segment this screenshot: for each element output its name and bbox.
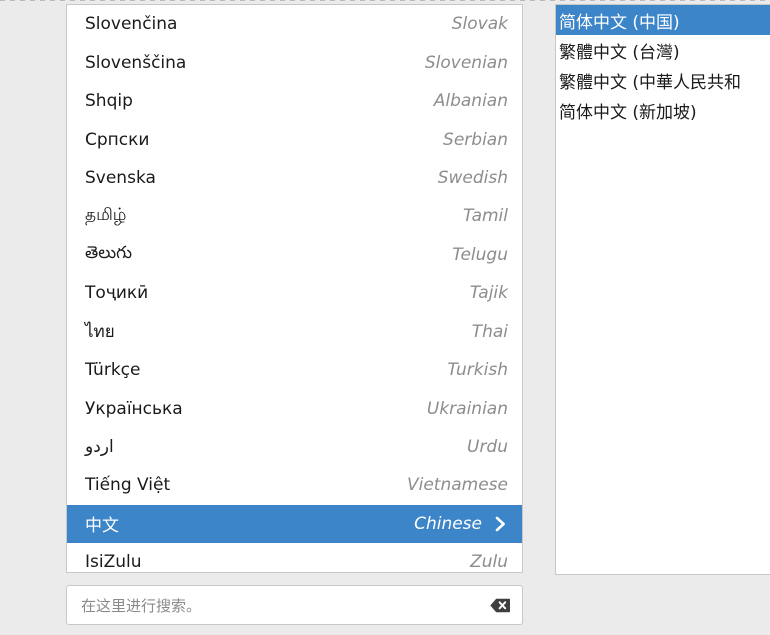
variant-row[interactable]: 简体中文 (中国): [556, 5, 770, 35]
backspace-clear-icon[interactable]: [488, 596, 512, 614]
chinese-variant-list[interactable]: 简体中文 (中国) 繁體中文 (台灣) 繁體中文 (中華人民共和 简体中文 (新加坡): [555, 4, 770, 575]
language-english-name: Swedish: [437, 167, 508, 188]
language-english-name: Albanian: [433, 91, 508, 112]
language-row[interactable]: தமிழ் Tamil: [67, 197, 522, 235]
language-english-name: Thai: [471, 321, 508, 342]
language-english-name: Chinese: [414, 513, 482, 534]
language-row[interactable]: Српски Serbian: [67, 120, 522, 158]
language-row[interactable]: Tiếng Việt Vietnamese: [67, 466, 522, 504]
language-row[interactable]: Тоҷикӣ Tajik: [67, 274, 522, 312]
language-row[interactable]: Slovenčina Slovak: [67, 5, 522, 43]
language-selection-list[interactable]: Slovenčina Slovak Slovenščina Slovenian Shqi…: [66, 4, 523, 573]
variant-row[interactable]: 繁體中文 (中華人民共和: [556, 65, 770, 95]
window-top-edge: [0, 0, 770, 3]
language-row[interactable]: اردو Urdu: [67, 428, 522, 466]
language-row[interactable]: Türkçe Turkish: [67, 351, 522, 389]
language-native-name: Српски: [85, 129, 150, 150]
chevron-right-icon: [492, 516, 508, 532]
variant-row[interactable]: 简体中文 (新加坡): [556, 95, 770, 125]
language-english-name: Tajik: [469, 283, 508, 304]
language-native-name: తెలుగు: [85, 242, 132, 263]
language-native-name: Tiếng Việt: [85, 475, 171, 496]
language-row[interactable]: 中文 Chinese: [67, 504, 522, 544]
language-native-name: Slovenščina: [85, 52, 187, 73]
language-row[interactable]: IsiZulu Zulu: [67, 543, 522, 573]
language-english-name: Vietnamese: [406, 475, 508, 496]
language-row[interactable]: Svenska Swedish: [67, 159, 522, 197]
language-native-name: Svenska: [85, 167, 156, 188]
language-native-name: Тоҷикӣ: [85, 283, 149, 304]
language-row[interactable]: Slovenščina Slovenian: [67, 43, 522, 81]
variant-row[interactable]: 繁體中文 (台灣): [556, 35, 770, 65]
language-english-name: Zulu: [470, 552, 508, 573]
language-row[interactable]: ไทย Thai: [67, 313, 522, 351]
language-english-name: Serbian: [443, 129, 508, 150]
language-native-name: IsiZulu: [85, 552, 142, 573]
language-native-name: Slovenčina: [85, 14, 178, 35]
search-input[interactable]: 在这里进行搜索。: [66, 585, 523, 625]
language-native-name: Українська: [85, 398, 183, 419]
language-english-name: Slovenian: [424, 52, 508, 73]
language-native-name: Shqip: [85, 91, 133, 112]
language-english-name: Urdu: [467, 437, 508, 458]
language-native-name: 中文: [85, 516, 119, 537]
language-english-name: Ukrainian: [426, 398, 508, 419]
search-placeholder-text: 在这里进行搜索。: [81, 596, 202, 615]
language-native-name: தமிழ்: [85, 205, 127, 226]
language-english-name: Turkish: [447, 360, 508, 381]
language-row[interactable]: Shqip Albanian: [67, 82, 522, 120]
language-english-name: Tamil: [462, 206, 508, 227]
language-english-name: Slovak: [451, 14, 508, 35]
language-row[interactable]: Українська Ukrainian: [67, 389, 522, 427]
language-native-name: Türkçe: [85, 360, 141, 381]
language-native-name: اردو: [85, 437, 114, 458]
language-english-name: Telugu: [452, 244, 508, 265]
language-row[interactable]: తెలుగు Telugu: [67, 236, 522, 274]
language-native-name: ไทย: [85, 322, 115, 343]
